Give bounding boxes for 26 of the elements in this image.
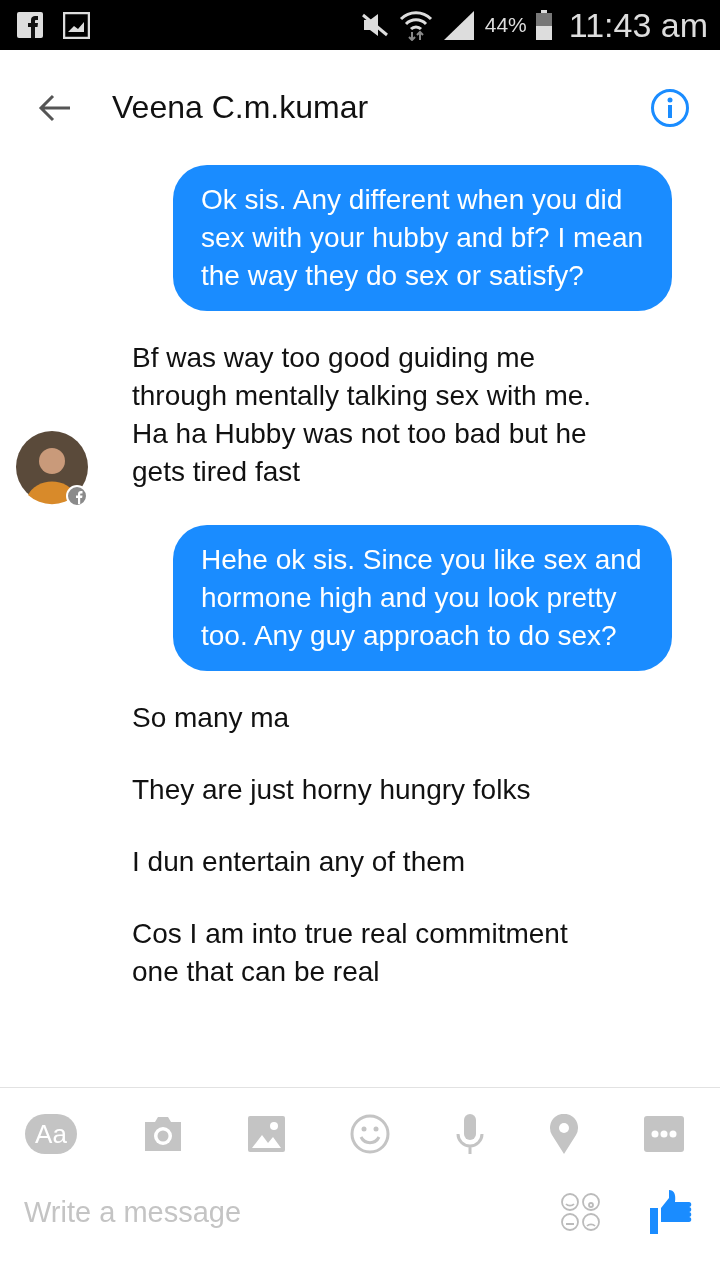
received-message: Cos I am into true real commitment one that can be real (132, 917, 569, 989)
sent-message-bubble: Hehe ok sis. Since you like sex and hormone high and you look pretty too. Any guy approach to do sex? (173, 525, 672, 671)
thumbs-up-icon[interactable] (650, 1190, 692, 1234)
battery-percent: 44% (484, 13, 527, 37)
wifi-icon (398, 9, 433, 41)
location-pin-icon[interactable] (549, 1114, 580, 1154)
emoji-icon[interactable] (349, 1114, 390, 1154)
received-message: They are just horny hungry folks (132, 773, 532, 807)
battery-icon (535, 10, 552, 40)
stickers-icon[interactable] (560, 1192, 602, 1232)
microphone-icon[interactable] (454, 1114, 485, 1154)
received-message: So many ma (132, 701, 291, 735)
text-style-button[interactable]: Aa (25, 1114, 77, 1154)
image-icon[interactable] (248, 1116, 286, 1152)
received-message: Bf was way too good guiding me through mentally talking sex with me. Ha ha Hubby was not too bad but he gets tired fast (132, 341, 593, 489)
badge-icon (66, 485, 88, 507)
gallery-icon (63, 11, 90, 39)
back-button[interactable] (38, 93, 72, 122)
facebook-app-icon (17, 12, 43, 38)
clock: 11:43 am (568, 5, 708, 45)
received-message: I dun entertain any of them (132, 845, 467, 879)
more-icon[interactable] (643, 1116, 684, 1152)
sent-message-bubble: Ok sis. Any different when you did sex with your hubby and bf? I mean the way they do sex or satisfy? (173, 165, 672, 311)
mute-icon (359, 12, 390, 38)
contact-name: Veena C.m.kumar (112, 89, 370, 126)
info-icon[interactable] (650, 87, 690, 128)
